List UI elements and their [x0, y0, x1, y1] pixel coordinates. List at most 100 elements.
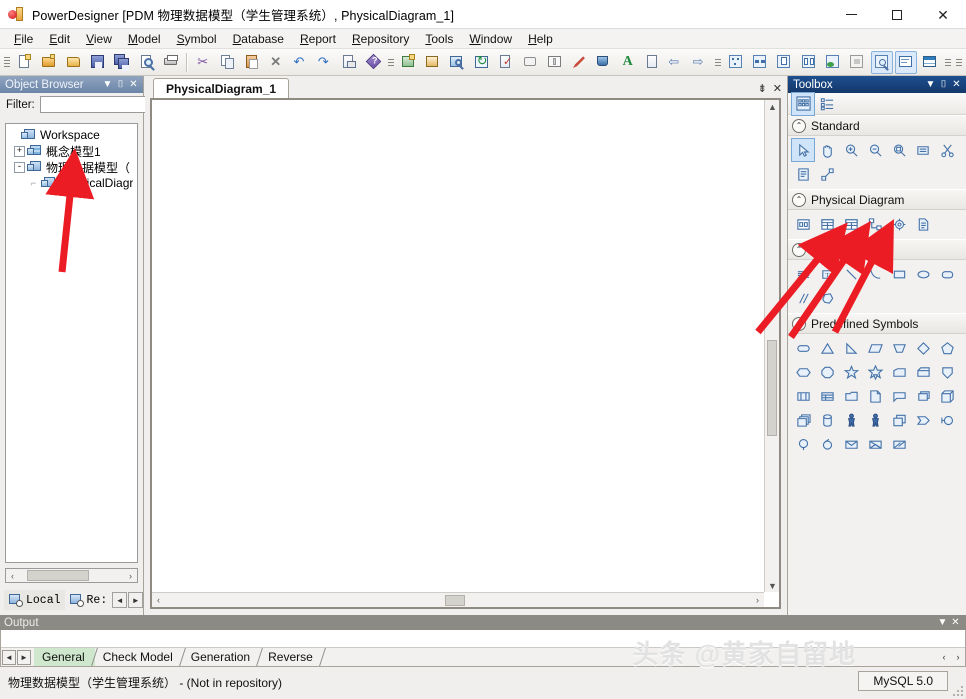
folder-symbol[interactable]	[839, 384, 863, 408]
free-rectangle-icon[interactable]	[887, 262, 911, 286]
check-model-icon[interactable]: ✓	[495, 51, 517, 74]
scroll-thumb[interactable]	[27, 570, 89, 581]
output-tab-generation[interactable]: Generation	[183, 648, 260, 666]
folded-corner-symbol[interactable]	[887, 360, 911, 384]
object-tree[interactable]: Workspace + 概念模型1 - 物理数据模型（ ⌐ PhysicalDi…	[5, 123, 138, 563]
actor-2-symbol[interactable]	[863, 408, 887, 432]
tree-expander-plus[interactable]: +	[14, 146, 25, 157]
note-icon[interactable]	[911, 138, 935, 162]
diagram-canvas[interactable]	[152, 100, 764, 592]
refresh-icon[interactable]: ↻	[470, 51, 492, 74]
canvas-scroll-up[interactable]: ▲	[765, 100, 780, 113]
close-button[interactable]: ✕	[920, 0, 966, 29]
browser-pin-icon[interactable]: ⌷	[114, 78, 127, 91]
previous-icon[interactable]: ⇦	[665, 51, 687, 74]
diagram-menu-icon[interactable]: ⇟	[758, 82, 767, 95]
rounded-rect-symbol[interactable]	[791, 336, 815, 360]
auto-layout-icon[interactable]	[543, 51, 565, 74]
menu-view[interactable]: View	[78, 30, 120, 48]
menu-tools[interactable]: Tools	[417, 30, 461, 48]
menu-help[interactable]: Help	[520, 30, 561, 48]
zoom-in-icon[interactable]	[839, 138, 863, 162]
new-package-icon[interactable]	[38, 51, 60, 74]
canvas-scroll-down[interactable]: ▼	[765, 579, 780, 592]
circle-arrow-symbol[interactable]	[815, 432, 839, 456]
resize-grip[interactable]	[950, 683, 964, 697]
toolbox-close-icon[interactable]: ✕	[950, 78, 963, 91]
list-view-icon[interactable]	[815, 92, 839, 116]
output-tab-reverse[interactable]: Reverse	[260, 648, 323, 666]
undo-icon[interactable]: ↶	[289, 51, 311, 74]
canvas-vertical-scrollbar[interactable]: ▲ ▼	[764, 100, 779, 592]
new-diagram-icon[interactable]	[397, 51, 419, 74]
star-6-symbol[interactable]	[863, 360, 887, 384]
interface-symbol[interactable]	[935, 408, 959, 432]
cylinder-symbol[interactable]	[815, 408, 839, 432]
menu-window[interactable]: Window	[461, 30, 520, 48]
menu-file[interactable]: File	[6, 30, 41, 48]
envelope-flat-symbol[interactable]	[887, 432, 911, 456]
file-object-icon[interactable]	[911, 212, 935, 236]
toolbar-grip[interactable]	[4, 53, 11, 72]
free-arc-icon[interactable]	[863, 262, 887, 286]
browser-close-icon[interactable]: ✕	[127, 78, 140, 91]
print-preview-icon[interactable]	[135, 51, 157, 74]
output-body[interactable]: ◄ ► General Check Model Generation Rever…	[0, 630, 966, 667]
browser-horizontal-scrollbar[interactable]: ‹ ›	[5, 568, 138, 583]
tab-physicaldiagram-1[interactable]: PhysicalDiagram_1	[153, 78, 289, 98]
font-color-icon[interactable]: A	[616, 51, 638, 74]
menu-symbol[interactable]: Symbol	[169, 30, 225, 48]
tree-node-conceptual-model[interactable]: + 概念模型1	[8, 143, 137, 159]
toolbox-menu-icon[interactable]: ▼	[924, 78, 937, 91]
minimize-button[interactable]	[828, 0, 874, 29]
canvas-horizontal-scrollbar[interactable]: ‹ ›	[152, 592, 764, 607]
result-list-icon[interactable]	[919, 51, 941, 74]
free-line-icon[interactable]	[839, 262, 863, 286]
toolbar-grip-2[interactable]	[388, 53, 395, 72]
output-toggle-icon[interactable]	[895, 51, 917, 74]
help-icon[interactable]	[362, 51, 384, 74]
output-tab-prev[interactable]: ◄	[2, 650, 16, 665]
pentagon-symbol[interactable]	[935, 336, 959, 360]
reference-icon[interactable]	[863, 212, 887, 236]
parallelogram-symbol[interactable]	[863, 336, 887, 360]
chevron-up-icon[interactable]: ⌃	[792, 193, 806, 207]
hexagon-symbol[interactable]	[791, 360, 815, 384]
find-objects-icon[interactable]	[446, 51, 468, 74]
browser-tab-next[interactable]: ►	[128, 592, 143, 608]
output-scroll-right[interactable]: ›	[951, 650, 965, 665]
physical-model-icon[interactable]	[773, 51, 795, 74]
output-close-icon[interactable]: ✕	[949, 616, 962, 629]
model-options-icon[interactable]	[422, 51, 444, 74]
reverse-engineer-icon[interactable]	[846, 51, 868, 74]
scroll-left-arrow[interactable]: ‹	[6, 569, 19, 582]
browser-tab-prev[interactable]: ◄	[112, 592, 127, 608]
shield-symbol[interactable]	[935, 360, 959, 384]
triangle-symbol[interactable]	[815, 336, 839, 360]
open-icon[interactable]	[62, 51, 84, 74]
toolbox-pin-icon[interactable]: ⌷	[937, 78, 950, 91]
grid-view-icon[interactable]	[791, 92, 815, 116]
free-rounded-rect-icon[interactable]	[935, 262, 959, 286]
output-tab-general[interactable]: General	[34, 648, 95, 666]
chevron-symbol[interactable]	[911, 408, 935, 432]
grabber-hand-icon[interactable]	[815, 138, 839, 162]
procedure-icon[interactable]	[887, 212, 911, 236]
diagram-close-icon[interactable]: ✕	[773, 82, 782, 95]
cube-symbol[interactable]	[911, 360, 935, 384]
scroll-right-arrow[interactable]: ›	[124, 569, 137, 582]
output-tab-check-model[interactable]: Check Model	[95, 648, 183, 666]
browser-tab-repository[interactable]: Re:	[65, 590, 112, 610]
toolbox-section-predefined-symbols[interactable]: ⌃ Predefined Symbols	[788, 313, 966, 334]
menu-report[interactable]: Report	[292, 30, 344, 48]
free-text-icon[interactable]: T	[815, 262, 839, 286]
table-box-symbol[interactable]	[815, 384, 839, 408]
toolbar-grip-4[interactable]	[944, 53, 951, 72]
generate-model-icon[interactable]	[798, 51, 820, 74]
toolbox-section-free-symbols[interactable]: ⌃ Free Symbols	[788, 239, 966, 260]
envelope-open-symbol[interactable]	[863, 432, 887, 456]
zoom-out-icon[interactable]	[863, 138, 887, 162]
canvas-vertical-thumb[interactable]	[767, 340, 777, 436]
note-corner-symbol[interactable]	[887, 384, 911, 408]
database-generate-icon[interactable]	[822, 51, 844, 74]
